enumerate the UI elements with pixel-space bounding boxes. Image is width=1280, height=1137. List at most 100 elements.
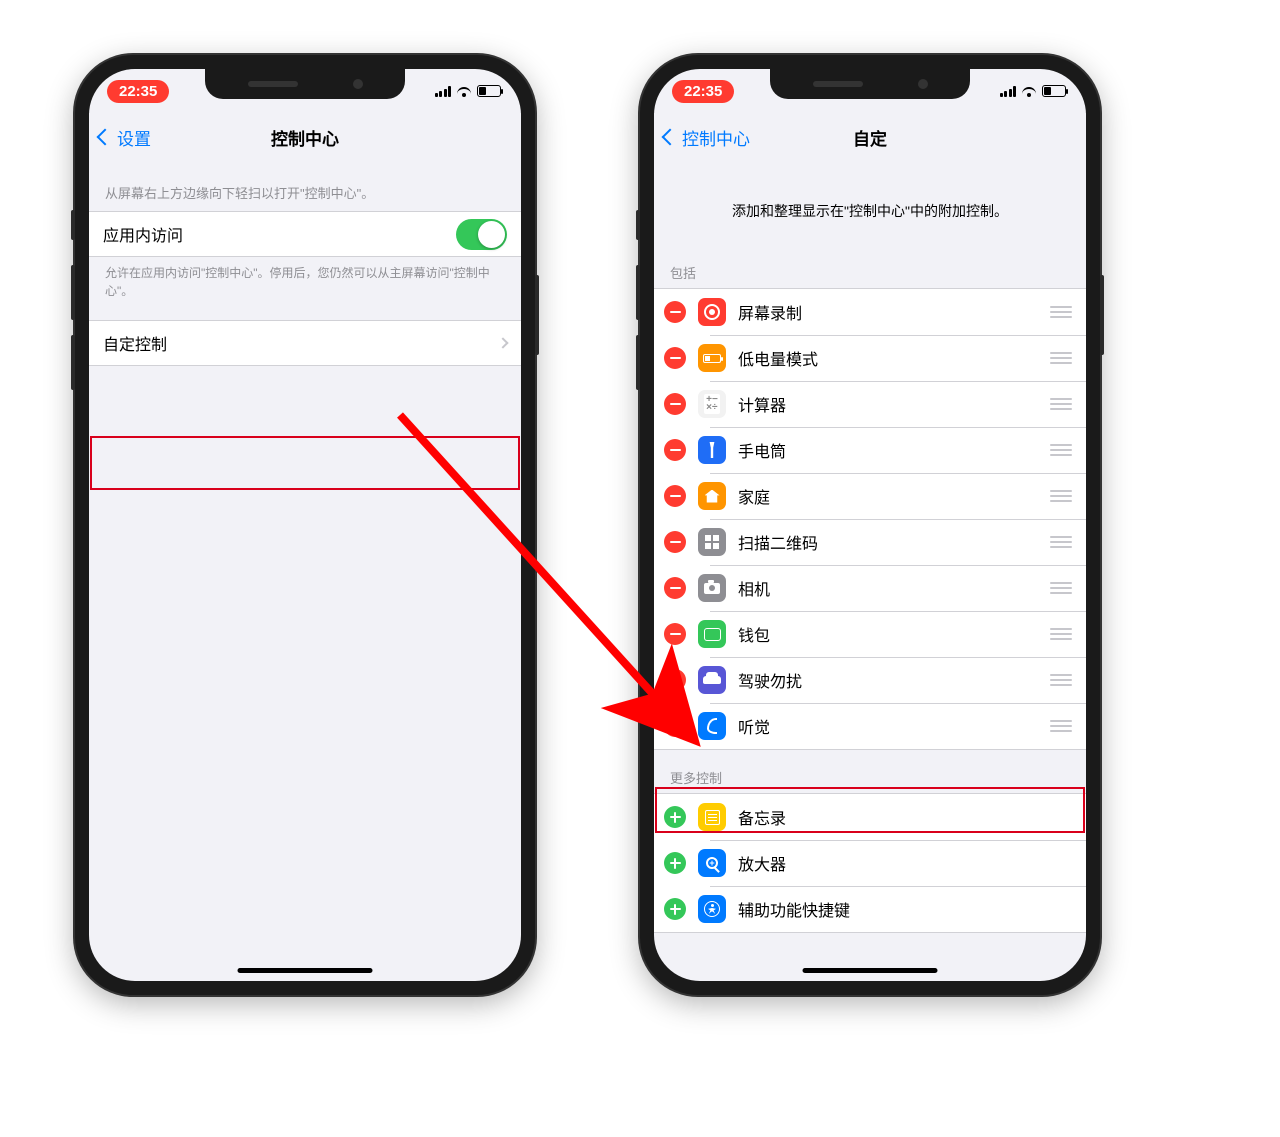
chevron-left-icon	[97, 129, 114, 146]
control-label: 放大器	[738, 851, 1072, 875]
status-icons	[1000, 85, 1067, 97]
status-time-pill[interactable]: 22:35	[672, 80, 734, 103]
control-row[interactable]: 相机	[654, 565, 1086, 611]
drag-handle-icon[interactable]	[1050, 674, 1072, 686]
acc-icon	[698, 895, 726, 923]
chevron-left-icon	[662, 129, 679, 146]
control-label: 低电量模式	[738, 346, 1050, 370]
control-label: 备忘录	[738, 805, 1072, 829]
control-row[interactable]: 低电量模式	[654, 335, 1086, 381]
control-row[interactable]: 扫描二维码	[654, 519, 1086, 565]
control-label: 钱包	[738, 622, 1050, 646]
control-label: 扫描二维码	[738, 530, 1050, 554]
section-header-more: 更多控制	[654, 750, 1086, 793]
wifi-icon	[1021, 85, 1037, 97]
instruction-text: 添加和整理显示在"控制中心"中的附加控制。	[654, 161, 1086, 245]
add-button[interactable]	[664, 806, 686, 828]
remove-button[interactable]	[664, 485, 686, 507]
section-header-included: 包括	[654, 245, 1086, 288]
wallet-icon	[698, 620, 726, 648]
control-row[interactable]: 备忘录	[654, 794, 1086, 840]
control-row[interactable]: 家庭	[654, 473, 1086, 519]
back-label: 控制中心	[682, 125, 750, 150]
add-button[interactable]	[664, 898, 686, 920]
remove-button[interactable]	[664, 715, 686, 737]
drag-handle-icon[interactable]	[1050, 306, 1072, 318]
highlight-box	[90, 436, 520, 490]
group-app-access: 应用内访问	[89, 211, 521, 257]
note-icon	[698, 803, 726, 831]
status-time-pill[interactable]: 22:35	[107, 80, 169, 103]
home-indicator[interactable]	[803, 968, 938, 973]
home-indicator[interactable]	[238, 968, 373, 973]
qr-icon	[698, 528, 726, 556]
rec-icon	[698, 298, 726, 326]
control-row[interactable]: 手电筒	[654, 427, 1086, 473]
calc-icon: +−×÷	[698, 390, 726, 418]
page-title: 控制中心	[89, 125, 521, 150]
toggle-in-app-access[interactable]	[456, 219, 507, 250]
remove-button[interactable]	[664, 623, 686, 645]
screen-right: 22:35 控制中心 自定 添加和整理显示在"控制中心"中的附加控制。 包括 屏…	[654, 69, 1086, 981]
drag-handle-icon[interactable]	[1050, 720, 1072, 732]
drag-handle-icon[interactable]	[1050, 490, 1072, 502]
control-row[interactable]: 屏幕录制	[654, 289, 1086, 335]
included-list: 屏幕录制低电量模式 +−×÷ 计算器手电筒家庭扫描二维码相机钱包驾驶勿扰听觉	[654, 288, 1086, 750]
cell-footer: 允许在应用内访问"控制中心"。停用后，您仍然可以从主屏幕访问"控制中心"。	[89, 257, 521, 320]
control-row[interactable]: 听觉	[654, 703, 1086, 749]
group-customize: 自定控制	[89, 320, 521, 366]
drag-handle-icon[interactable]	[1050, 352, 1072, 364]
drag-handle-icon[interactable]	[1050, 582, 1072, 594]
control-row[interactable]: 放大器	[654, 840, 1086, 886]
control-label: 驾驶勿扰	[738, 668, 1050, 692]
control-label: 辅助功能快捷键	[738, 897, 1072, 921]
remove-button[interactable]	[664, 347, 686, 369]
control-label: 听觉	[738, 714, 1050, 738]
drag-handle-icon[interactable]	[1050, 398, 1072, 410]
battery-icon	[1042, 85, 1066, 97]
remove-button[interactable]	[664, 669, 686, 691]
control-row[interactable]: 驾驶勿扰	[654, 657, 1086, 703]
add-button[interactable]	[664, 852, 686, 874]
drag-handle-icon[interactable]	[1050, 628, 1072, 640]
back-button[interactable]: 设置	[99, 125, 151, 150]
mag-icon	[698, 849, 726, 877]
chevron-right-icon	[497, 337, 508, 348]
nav-bar: 设置 控制中心	[89, 113, 521, 161]
back-label: 设置	[117, 125, 151, 150]
back-button[interactable]: 控制中心	[664, 125, 750, 150]
cell-customize-controls[interactable]: 自定控制	[89, 321, 521, 365]
remove-button[interactable]	[664, 577, 686, 599]
drag-handle-icon[interactable]	[1050, 444, 1072, 456]
cell-label: 自定控制	[103, 331, 499, 355]
remove-button[interactable]	[664, 531, 686, 553]
control-label: 屏幕录制	[738, 300, 1050, 324]
control-row[interactable]: 钱包	[654, 611, 1086, 657]
notch	[205, 69, 405, 99]
remove-button[interactable]	[664, 301, 686, 323]
more-controls-list: 备忘录放大器辅助功能快捷键	[654, 793, 1086, 933]
phone-left: 22:35 设置 控制中心 从屏幕右上方边缘向下轻扫以打开"控制中心"。 应用内…	[75, 55, 535, 995]
nav-bar: 控制中心 自定	[654, 113, 1086, 161]
control-label: 计算器	[738, 392, 1050, 416]
cam-icon	[698, 574, 726, 602]
cell-in-app-access[interactable]: 应用内访问	[89, 212, 521, 256]
control-label: 相机	[738, 576, 1050, 600]
control-row[interactable]: +−×÷ 计算器	[654, 381, 1086, 427]
drag-handle-icon[interactable]	[1050, 536, 1072, 548]
remove-button[interactable]	[664, 393, 686, 415]
wifi-icon	[456, 85, 472, 97]
batt-icon	[698, 344, 726, 372]
torch-icon	[698, 436, 726, 464]
control-label: 家庭	[738, 484, 1050, 508]
status-icons	[435, 85, 502, 97]
control-row[interactable]: 辅助功能快捷键	[654, 886, 1086, 932]
signal-icon	[1000, 86, 1017, 97]
notch	[770, 69, 970, 99]
ear-icon	[698, 712, 726, 740]
battery-icon	[477, 85, 501, 97]
control-label: 手电筒	[738, 438, 1050, 462]
home-icon	[698, 482, 726, 510]
section-hint: 从屏幕右上方边缘向下轻扫以打开"控制中心"。	[89, 161, 521, 211]
remove-button[interactable]	[664, 439, 686, 461]
